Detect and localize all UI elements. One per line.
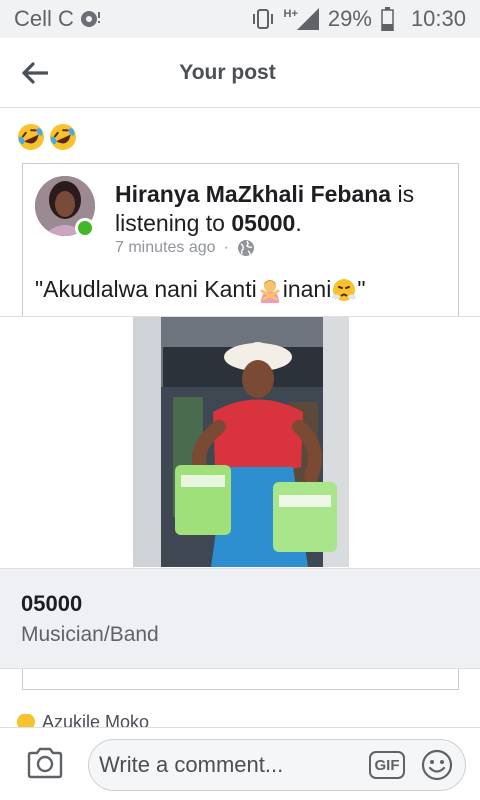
signal-icon (296, 8, 319, 30)
page-category: Musician/Band (21, 623, 159, 646)
woman-gesturing-no-icon (260, 279, 280, 303)
activity-text: listening to (115, 210, 225, 236)
meta-separator: · (223, 239, 229, 256)
network-type: H+ (283, 8, 298, 20)
clock: 10:30 (410, 6, 466, 31)
post-meta: 7 minutes ago · (115, 239, 255, 257)
rolling-on-floor-laughing-icon (50, 124, 76, 150)
activity-verb: is (397, 181, 415, 207)
author-name[interactable]: Hiranya MaZkhali Febana (115, 181, 391, 207)
status-bar: Cell C H+ 29% 10:30 (0, 0, 480, 38)
battery-icon (381, 7, 394, 31)
post-text: "Akudlalwa nani Kanti inani " (35, 276, 365, 303)
app-header: Your post (0, 38, 480, 108)
post-text-part2: inani (282, 276, 332, 302)
battery-percent: 29% (327, 6, 372, 31)
globe-icon (237, 240, 254, 256)
comment-placeholder[interactable]: Write a comment... (99, 752, 369, 778)
carrier-group: Cell C (14, 6, 102, 32)
post-caption (16, 122, 78, 154)
page-name[interactable]: 05000 (21, 591, 82, 617)
linked-page-info[interactable]: 05000 Musician/Band (0, 568, 480, 669)
comment-bar: Write a comment... GIF (0, 727, 480, 800)
page-title: Your post (179, 60, 276, 84)
timestamp[interactable]: 7 minutes ago (115, 239, 216, 257)
gif-button[interactable]: GIF (369, 751, 405, 779)
post-text-part3: " (357, 276, 366, 302)
sync-icon (80, 11, 100, 27)
activity-subject[interactable]: 05000 (231, 210, 295, 236)
face-with-steam-icon (332, 278, 357, 301)
shared-photo[interactable] (133, 317, 349, 567)
photo-area (0, 316, 480, 568)
vibrate-icon (252, 9, 273, 29)
camera-icon (27, 747, 63, 779)
carrier-name: Cell C (14, 6, 74, 31)
camera-button[interactable] (26, 746, 64, 780)
post-text-part1: "Akudlalwa nani Kanti (35, 276, 257, 302)
online-status-dot (75, 218, 95, 238)
photo-illustration (133, 317, 349, 567)
activity-line: Hiranya MaZkhali Febana is listening to … (115, 180, 445, 238)
card-bottom-edge (22, 669, 459, 690)
status-icons: H+ 29% 10:30 (251, 6, 466, 32)
smiley-icon[interactable] (421, 749, 453, 781)
comment-input[interactable]: Write a comment... GIF (88, 739, 466, 791)
activity-period: . (295, 210, 302, 236)
rolling-on-floor-laughing-icon (18, 124, 44, 150)
